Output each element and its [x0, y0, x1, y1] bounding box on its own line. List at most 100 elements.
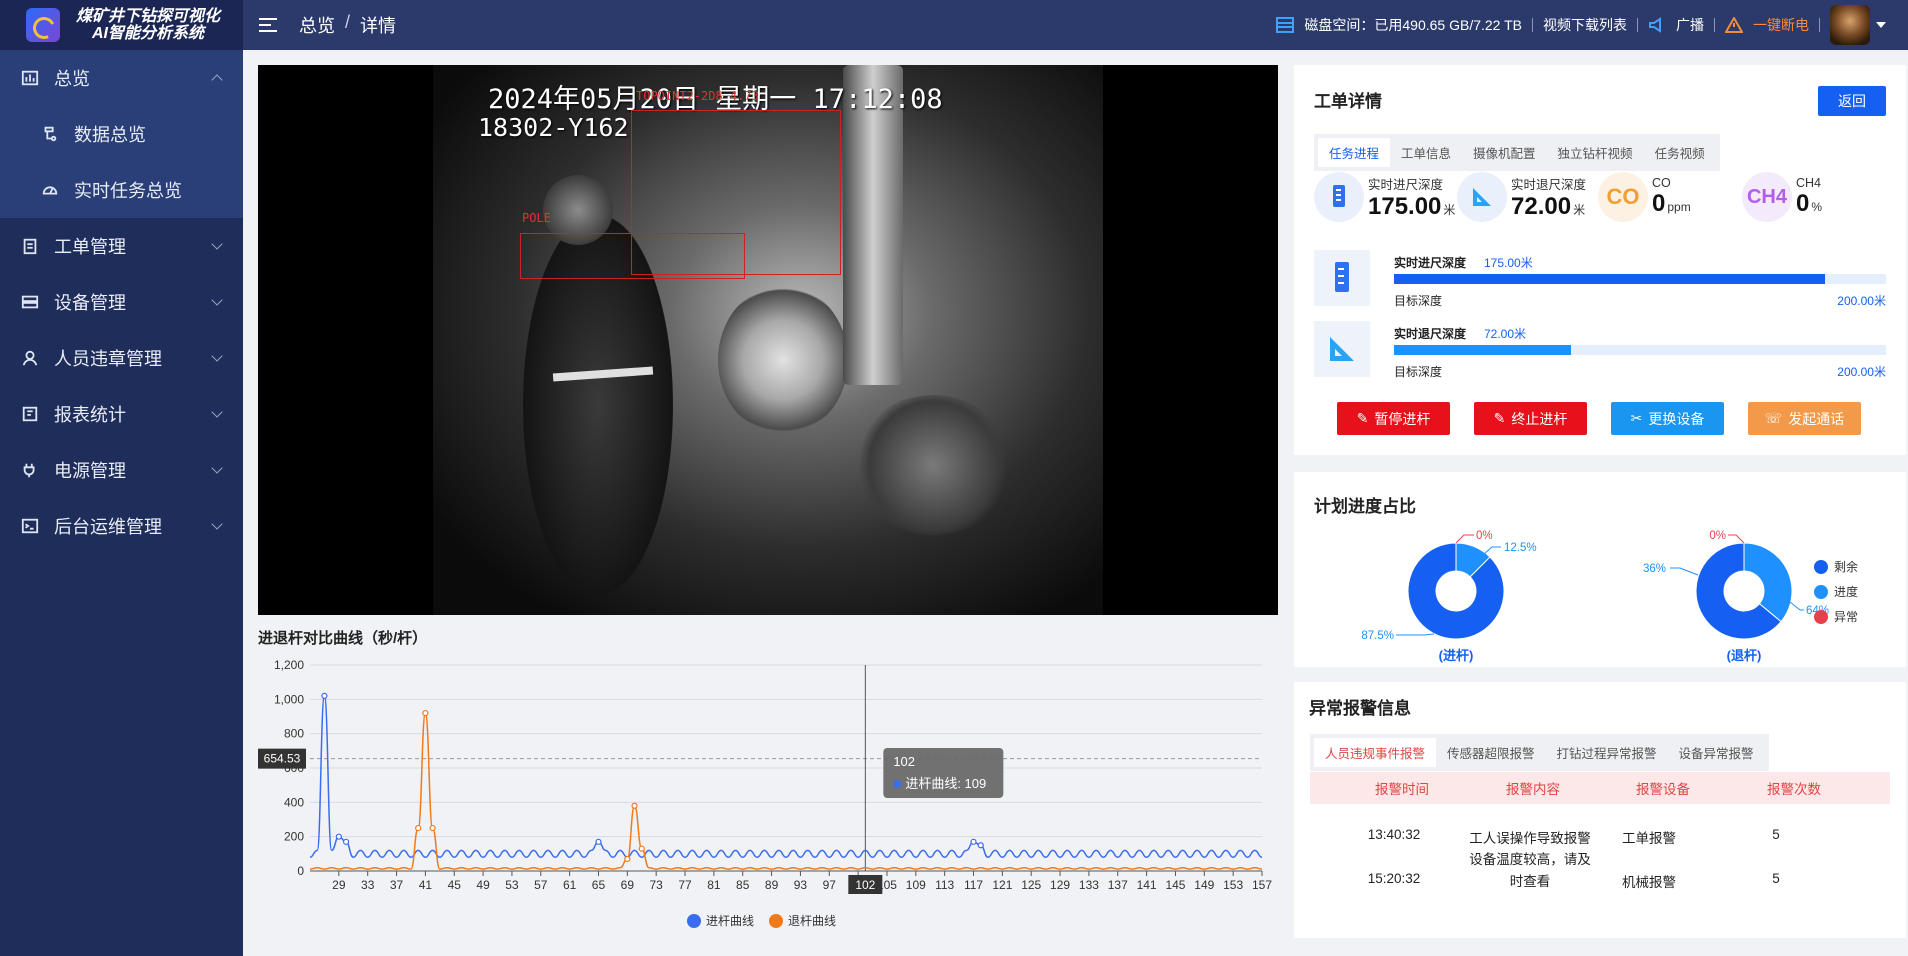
metric-unit: 米	[1443, 202, 1456, 217]
breadcrumb-detail: 详情	[360, 16, 397, 36]
legend-label: 剩余	[1834, 560, 1859, 574]
menu-toggle-icon[interactable]	[259, 18, 277, 32]
x-tick-label: 97	[823, 878, 837, 892]
pie-slice[interactable]	[1407, 542, 1505, 640]
metric-ch4: CH4 CH4 0%	[1742, 172, 1822, 222]
breadcrumb-overview[interactable]: 总览	[299, 12, 335, 38]
terminal-icon	[20, 516, 40, 536]
y-tick-label: 0	[297, 864, 304, 878]
caret-down-icon[interactable]	[1876, 22, 1886, 28]
pie-caption-retreat: (退杆)	[1727, 648, 1762, 663]
sidebar-item-violations[interactable]: 人员违章管理	[0, 330, 243, 386]
x-tick-label: 37	[390, 878, 404, 892]
disk-space-label: 磁盘空间：已用490.65 GB/7.22 TB	[1304, 17, 1522, 33]
pie-label-line	[1789, 601, 1804, 611]
x-tick-label: 157	[1252, 878, 1272, 892]
x-tick-label: 89	[765, 878, 779, 892]
target-value: 200.00米	[1837, 294, 1886, 308]
x-tick-label: 121	[992, 878, 1012, 892]
series-line-advance[interactable]	[309, 695, 1263, 859]
video-camera-id: 18302-Y162	[478, 113, 629, 142]
video-player[interactable]: 2024年05月20日 星期一 17:12:08 18302-Y162 TOPO…	[258, 65, 1278, 615]
x-tick-label: 73	[650, 878, 664, 892]
legend-item[interactable]: 进度	[1814, 583, 1858, 600]
button-label: 发起通话	[1788, 410, 1845, 427]
sidebar-item-ops[interactable]: 后台运维管理	[0, 498, 243, 554]
sidebar-item-devices[interactable]: 设备管理	[0, 274, 243, 330]
data-point[interactable]	[977, 842, 984, 849]
data-point[interactable]	[422, 709, 429, 717]
set-square-icon	[1314, 321, 1370, 377]
tab-device-abnormal[interactable]: 设备异常报警	[1668, 738, 1765, 767]
tab-personnel-violation[interactable]: 人员违规事件报警	[1314, 738, 1437, 767]
y-tick-label: 400	[284, 795, 304, 809]
avatar[interactable]	[1830, 5, 1870, 45]
legend-dot[interactable]	[769, 914, 783, 928]
data-point[interactable]	[415, 824, 422, 832]
legend-item[interactable]: 异常	[1814, 608, 1858, 625]
series-line-retreat[interactable]	[309, 712, 1263, 870]
back-button[interactable]: 返回	[1818, 86, 1886, 116]
data-point[interactable]	[321, 692, 328, 700]
legend-dot[interactable]	[687, 914, 701, 928]
broadcast-button[interactable]: 广播	[1676, 15, 1704, 35]
sidebar-item-label: 后台运维管理	[54, 517, 162, 537]
breadcrumb-separator: /	[345, 12, 351, 32]
broadcast-icon	[1649, 17, 1661, 33]
sidebar-item-work-orders[interactable]: 工单管理	[0, 218, 243, 274]
data-point[interactable]	[429, 824, 436, 832]
stop-advance-button[interactable]: ✎ 终止进杆	[1474, 402, 1587, 435]
mark-line-label: 654.53	[264, 752, 301, 766]
sidebar-item-overview[interactable]: 总览	[0, 50, 243, 106]
x-tick-label: 117	[964, 878, 983, 892]
alarm-tabs: 人员违规事件报警 传感器超限报警 打钻过程异常报警 设备异常报警	[1310, 734, 1769, 771]
ch4-icon: CH4	[1742, 172, 1792, 222]
tab-camera-config[interactable]: 摄像机配置	[1462, 138, 1547, 167]
metric-co: CO CO 0 ppm	[1598, 172, 1691, 222]
power-off-button[interactable]: 一键断电	[1753, 15, 1809, 35]
metric-label: 实时进尺深度	[1368, 177, 1444, 192]
metric-unit: ppm	[1667, 200, 1691, 214]
data-point[interactable]	[342, 838, 350, 845]
pie-label: 0%	[1476, 530, 1493, 542]
chevron-down-icon	[211, 518, 223, 530]
data-point[interactable]	[335, 833, 342, 840]
column-header: 报警设备	[1636, 782, 1690, 797]
tab-task-video[interactable]: 任务视频	[1644, 138, 1716, 167]
data-point[interactable]	[970, 838, 977, 845]
tab-rod-video[interactable]: 独立钻杆视频	[1547, 138, 1644, 167]
x-tick-label: 133	[1079, 878, 1099, 892]
sidebar-item-label: 工单管理	[54, 237, 126, 257]
legend-label[interactable]: 退杆曲线	[788, 914, 836, 928]
progress-advance: 实时进尺深度 175.00米 目标深度 200.00米	[1314, 250, 1886, 310]
data-point[interactable]	[624, 855, 631, 863]
data-point[interactable]	[595, 838, 602, 845]
x-tick-label: 53	[505, 878, 519, 892]
tools-icon: ✂	[1630, 410, 1643, 426]
sidebar-item-data-overview[interactable]: 数据总览	[0, 106, 243, 162]
x-tick-label: 81	[707, 878, 721, 892]
data-point[interactable]	[638, 845, 645, 852]
tab-sensor-overlimit[interactable]: 传感器超限报警	[1436, 738, 1546, 767]
tab-order-info[interactable]: 工单信息	[1390, 138, 1462, 167]
progress-track	[1394, 274, 1886, 284]
plug-icon	[20, 460, 40, 480]
video-download-link[interactable]: 视频下载列表	[1543, 15, 1627, 35]
sidebar-item-reports[interactable]: 报表统计	[0, 386, 243, 442]
legend-label[interactable]: 进杆曲线	[706, 914, 754, 928]
metric-value: 0	[1652, 190, 1666, 217]
tab-task-progress[interactable]: 任务进程	[1318, 138, 1391, 167]
rod-comparison-chart[interactable]: 02004006008001,0001,20029333741454953576…	[254, 648, 1274, 938]
y-tick-label: 800	[284, 727, 304, 741]
pause-advance-button[interactable]: ✎ 暂停进杆	[1337, 402, 1450, 435]
x-tick-label: 61	[563, 878, 577, 892]
legend-item[interactable]: 剩余	[1814, 558, 1858, 575]
start-call-button[interactable]: ☏ 发起通话	[1748, 402, 1861, 435]
tab-drilling-abnormal[interactable]: 打钻过程异常报警	[1546, 738, 1668, 767]
target-label: 目标深度	[1394, 294, 1443, 308]
sidebar-item-power[interactable]: 电源管理	[0, 442, 243, 498]
sidebar-item-realtime-tasks[interactable]: 实时任务总览	[0, 162, 243, 218]
data-point[interactable]	[631, 802, 638, 809]
metric-retreat-depth: 实时退尺深度 72.00 米	[1457, 172, 1586, 222]
replace-device-button[interactable]: ✂ 更换设备	[1611, 402, 1724, 435]
